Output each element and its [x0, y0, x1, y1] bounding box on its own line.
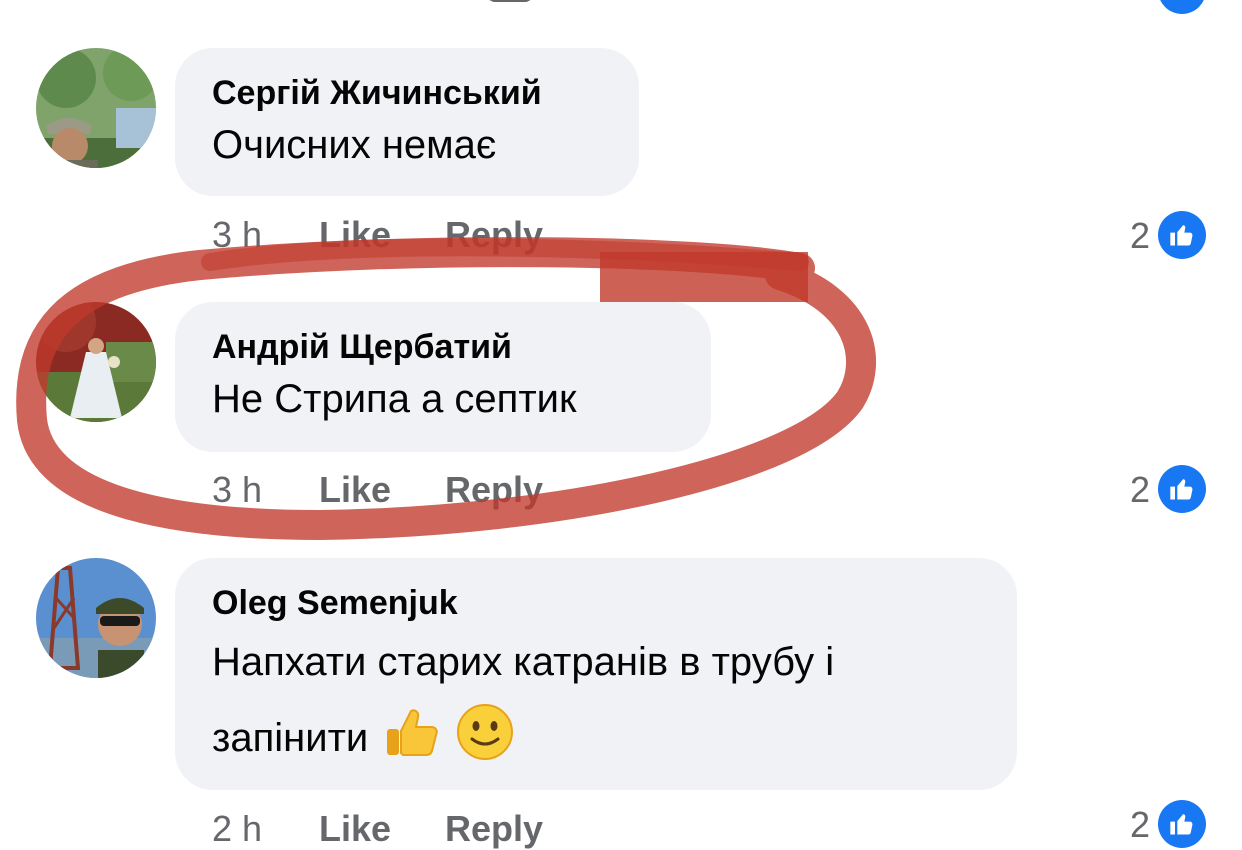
reaction-summary[interactable]: 2	[1106, 465, 1206, 513]
like-button[interactable]: Like	[319, 469, 391, 511]
comment-text: Напхати старих катранів в трубу і запіни…	[212, 624, 980, 786]
avatar[interactable]	[36, 48, 156, 168]
avatar[interactable]	[36, 302, 156, 422]
previous-comment-actions-fragment	[470, 0, 560, 2]
comment-text-line-2: запінити	[212, 700, 980, 786]
comment-bubble: Сергій Жичинський Очисних немає	[175, 48, 639, 196]
thumbs-up-icon	[1158, 800, 1206, 848]
reaction-count: 2	[1129, 469, 1150, 510]
comment-text-line-1: Напхати старих катранів в трубу і	[212, 640, 835, 684]
avatar[interactable]	[36, 558, 156, 678]
thumbs-up-emoji-icon	[383, 703, 441, 786]
reaction-summary[interactable]: 2	[1106, 800, 1206, 848]
like-button[interactable]: Like	[319, 808, 391, 850]
thumbs-up-icon	[1158, 465, 1206, 513]
comment-text-line-2-text: запінити	[212, 716, 369, 760]
comment-time[interactable]: 2 h	[212, 808, 262, 850]
slightly-smiling-face-emoji-icon	[456, 703, 514, 786]
comment-author[interactable]: Андрій Щербатий	[212, 326, 674, 368]
comment-time[interactable]: 3 h	[212, 214, 262, 256]
comment-author[interactable]: Oleg Semenjuk	[212, 582, 980, 624]
reply-button[interactable]: Reply	[445, 808, 543, 850]
comment-bubble: Андрій Щербатий Не Стрипа а септик	[175, 302, 711, 452]
thumbs-up-icon	[1158, 211, 1206, 259]
comment-bubble: Oleg Semenjuk Напхати старих катранів в …	[175, 558, 1017, 790]
reaction-count: 2	[1129, 215, 1150, 256]
reply-button[interactable]: Reply	[445, 214, 543, 256]
comment-text: Очисних немає	[212, 123, 497, 167]
like-button[interactable]: Like	[319, 214, 391, 256]
previous-reaction-icon-fragment	[1158, 0, 1206, 14]
comment-author[interactable]: Сергій Жичинський	[212, 72, 602, 114]
comment-time[interactable]: 3 h	[212, 469, 262, 511]
reaction-summary[interactable]: 2	[1106, 211, 1206, 259]
reply-button[interactable]: Reply	[445, 469, 543, 511]
reaction-count: 2	[1129, 804, 1150, 845]
comment-text: Не Стрипа а септик	[212, 377, 577, 421]
